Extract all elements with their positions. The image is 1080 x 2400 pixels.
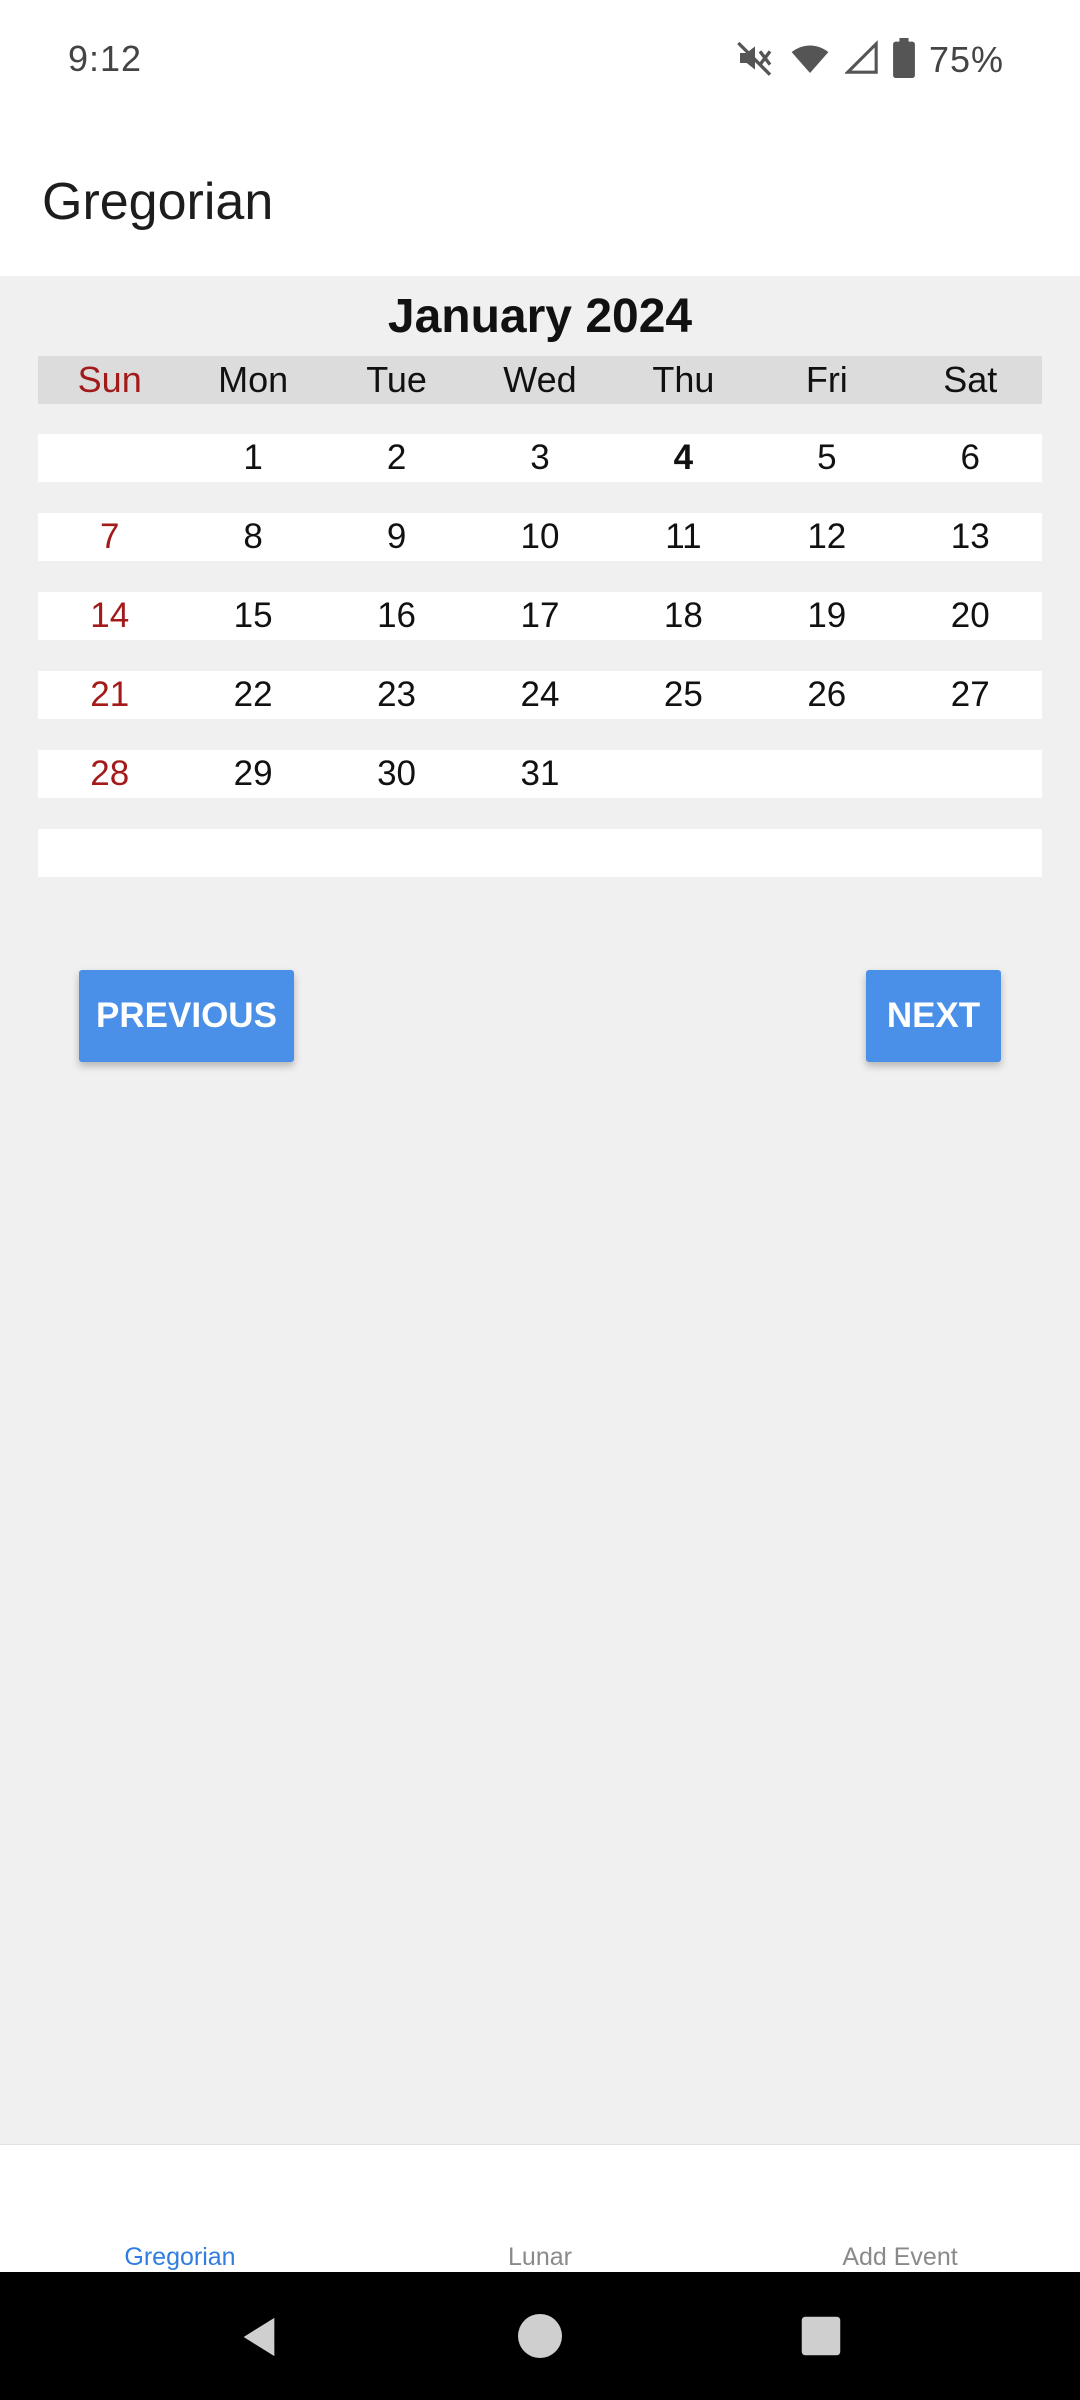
day-cell[interactable]	[468, 829, 611, 877]
weekday-header: Sun Mon Tue Wed Thu Fri Sat	[38, 356, 1042, 404]
wifi-icon	[789, 38, 831, 83]
day-cell[interactable]: 23	[325, 671, 468, 719]
day-cell[interactable]	[899, 750, 1042, 798]
next-button[interactable]: NEXT	[866, 970, 1001, 1062]
tab-add-event[interactable]: Add Event	[720, 2243, 1080, 2272]
day-cell[interactable]: 29	[181, 750, 324, 798]
day-cell[interactable]	[181, 829, 324, 877]
day-cell[interactable]: 1	[181, 434, 324, 482]
day-cell[interactable]: 11	[612, 513, 755, 561]
weekday-thu: Thu	[652, 359, 715, 400]
day-cell[interactable]: 19	[755, 592, 898, 640]
battery-percent: 75%	[928, 39, 1004, 80]
day-cell-today[interactable]: 4	[612, 434, 755, 482]
day-cell[interactable]: 21	[38, 671, 181, 719]
app-bar: Gregorian	[0, 128, 1080, 276]
day-cell[interactable]: 18	[612, 592, 755, 640]
day-cell[interactable]: 31	[468, 750, 611, 798]
day-cell[interactable]: 12	[755, 513, 898, 561]
home-icon[interactable]	[516, 2312, 564, 2365]
bottom-nav: Gregorian Lunar Add Event	[0, 2144, 1080, 2273]
previous-button[interactable]: PREVIOUS	[79, 970, 294, 1062]
day-cell[interactable]: 22	[181, 671, 324, 719]
status-bar: 9:12 75%	[0, 0, 1080, 128]
day-cell[interactable]: 10	[468, 513, 611, 561]
day-cell[interactable]	[755, 829, 898, 877]
week-row: 1 2 3 4 5 6	[38, 434, 1042, 482]
day-cell[interactable]: 13	[899, 513, 1042, 561]
tab-gregorian[interactable]: Gregorian	[0, 2243, 360, 2272]
weekday-fri: Fri	[805, 359, 848, 400]
day-cell[interactable]: 9	[325, 513, 468, 561]
day-cell[interactable]: 20	[899, 592, 1042, 640]
weekday-tue: Tue	[366, 359, 427, 400]
day-cell[interactable]: 17	[468, 592, 611, 640]
day-cell[interactable]: 5	[755, 434, 898, 482]
day-cell[interactable]: 7	[38, 513, 181, 561]
day-cell[interactable]: 6	[899, 434, 1042, 482]
week-row: 7 8 9 10 11 12 13	[38, 513, 1042, 561]
day-cell[interactable]: 8	[181, 513, 324, 561]
month-title: January 2024	[387, 290, 693, 343]
day-cell[interactable]: 30	[325, 750, 468, 798]
day-cell[interactable]: 27	[899, 671, 1042, 719]
day-cell[interactable]: 28	[38, 750, 181, 798]
weekday-wed: Wed	[503, 359, 577, 400]
page-title: Gregorian	[42, 173, 274, 231]
day-cell[interactable]: 26	[755, 671, 898, 719]
status-time: 9:12	[68, 38, 143, 79]
day-cell[interactable]	[612, 750, 755, 798]
weekday-mon: Mon	[218, 359, 289, 400]
day-cell[interactable]: 25	[612, 671, 755, 719]
tab-lunar[interactable]: Lunar	[360, 2243, 720, 2272]
day-cell[interactable]	[38, 434, 181, 482]
weekday-sun: Sun	[77, 359, 142, 400]
day-cell[interactable]: 3	[468, 434, 611, 482]
day-cell[interactable]	[325, 829, 468, 877]
system-nav-bar	[0, 2272, 1080, 2400]
day-cell[interactable]: 2	[325, 434, 468, 482]
day-cell[interactable]	[899, 829, 1042, 877]
week-row: 21 22 23 24 25 26 27	[38, 671, 1042, 719]
weekday-sat: Sat	[943, 359, 998, 400]
mute-icon	[735, 38, 775, 83]
battery-icon	[893, 37, 915, 83]
signal-icon	[844, 39, 879, 81]
week-row: 14 15 16 17 18 19 20	[38, 592, 1042, 640]
calendar-content: January 2024 Sun Mon Tue Wed Thu Fri Sat…	[0, 276, 1080, 2144]
day-cell[interactable]	[755, 750, 898, 798]
back-icon[interactable]	[236, 2314, 282, 2365]
day-cell[interactable]	[612, 829, 755, 877]
recents-icon[interactable]	[800, 2315, 842, 2362]
day-cell[interactable]: 15	[181, 592, 324, 640]
week-row: 28 29 30 31	[38, 750, 1042, 798]
status-icons: 75%	[735, 37, 1004, 83]
day-cell[interactable]: 16	[325, 592, 468, 640]
day-cell[interactable]: 24	[468, 671, 611, 719]
day-cell[interactable]	[38, 829, 181, 877]
week-row	[38, 829, 1042, 877]
day-cell[interactable]: 14	[38, 592, 181, 640]
